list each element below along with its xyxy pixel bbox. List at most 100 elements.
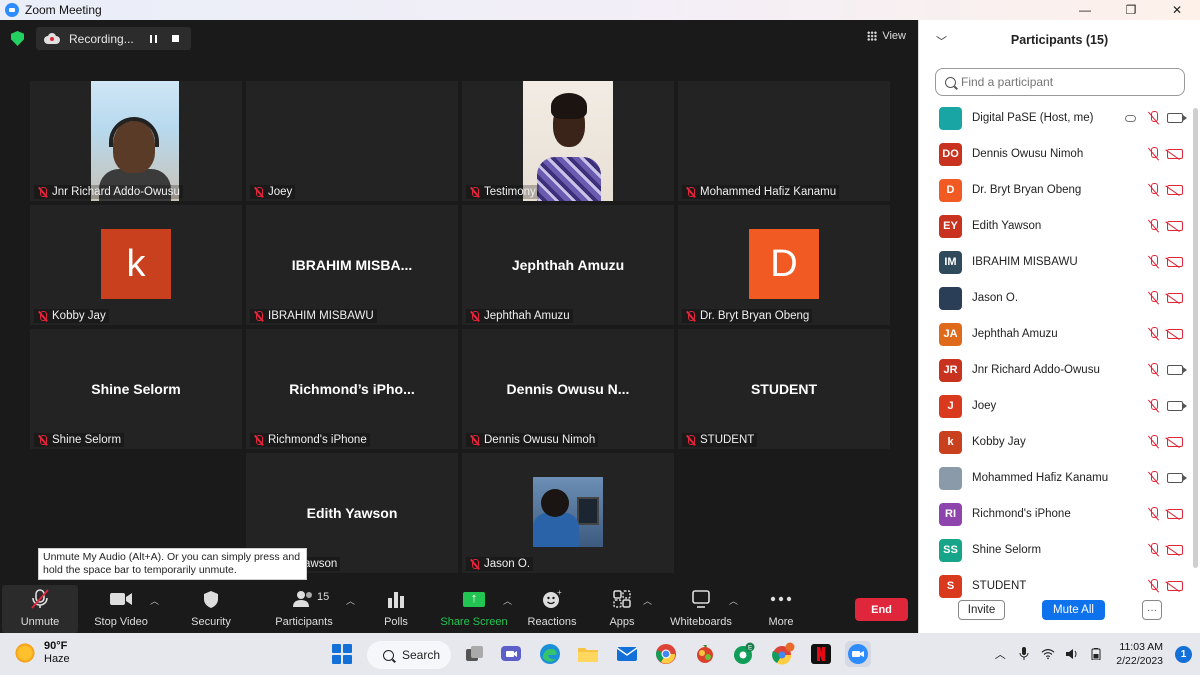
video-options-caret-icon[interactable]: ︿ [150, 594, 159, 606]
view-button[interactable]: View [867, 30, 906, 42]
invite-button[interactable]: Invite [958, 600, 1005, 620]
close-button[interactable]: ✕ [1154, 0, 1200, 20]
reactions-button[interactable]: + Reactions [526, 585, 578, 633]
video-tile[interactable]: Testimony [462, 81, 674, 201]
mic-muted-icon[interactable] [1147, 291, 1161, 305]
speaker-icon[interactable] [1065, 647, 1079, 661]
mic-muted-icon[interactable] [1147, 255, 1161, 269]
mic-muted-icon[interactable] [1147, 327, 1161, 341]
zoom-taskbar-button[interactable] [845, 641, 871, 667]
video-off-icon[interactable] [1167, 545, 1183, 555]
chrome-profile-button[interactable] [770, 641, 796, 667]
video-off-icon[interactable] [1167, 437, 1183, 447]
video-on-icon[interactable] [1167, 365, 1187, 375]
mic-muted-icon[interactable] [1147, 543, 1161, 557]
video-off-icon[interactable] [1167, 293, 1183, 303]
video-tile[interactable]: Richmond’s iPho... Richmond's iPhone [246, 329, 458, 449]
participant-row[interactable]: SS Shine Selorm [919, 532, 1191, 568]
video-tile[interactable]: Mohammed Hafiz Kanamu [678, 81, 890, 201]
game-app-button[interactable] [692, 641, 718, 667]
participant-row[interactable]: D Dr. Bryt Bryan Obeng [919, 172, 1191, 208]
participant-search-input[interactable] [961, 75, 1171, 89]
whiteboards-options-caret-icon[interactable]: ︿ [729, 594, 738, 606]
weather-widget[interactable]: 90°F Haze [14, 640, 70, 666]
participant-row[interactable]: IM IBRAHIM MISBAWU [919, 244, 1191, 280]
panel-scrollbar[interactable] [1193, 108, 1198, 568]
polls-button[interactable]: Polls [376, 585, 416, 633]
share-screen-button[interactable]: Share Screen [440, 585, 508, 633]
unmute-button[interactable]: Unmute [2, 585, 78, 633]
participant-row[interactable]: J Joey [919, 388, 1191, 424]
mic-muted-icon[interactable] [1147, 435, 1161, 449]
apps-options-caret-icon[interactable]: ︿ [643, 594, 652, 606]
chrome-browser-button[interactable] [653, 641, 679, 667]
video-tile[interactable]: D Dr. Bryt Bryan Obeng [678, 205, 890, 325]
mic-muted-icon[interactable] [1147, 147, 1161, 161]
video-tile[interactable]: Jnr Richard Addo-Owusu [30, 81, 242, 201]
video-on-icon[interactable] [1167, 473, 1187, 483]
video-off-icon[interactable] [1167, 509, 1183, 519]
participant-row[interactable]: Jason O. [919, 280, 1191, 316]
video-tile[interactable]: Dennis Owusu N... Dennis Owusu Nimoh [462, 329, 674, 449]
apps-button[interactable]: Apps [604, 585, 640, 633]
mic-muted-icon[interactable] [1147, 183, 1161, 197]
participant-row[interactable]: RI Richmond's iPhone [919, 496, 1191, 532]
taskbar-search[interactable]: Search [367, 641, 451, 669]
video-tile[interactable]: Shine Selorm Shine Selorm [30, 329, 242, 449]
show-hidden-icons-chevron-icon[interactable]: ︿ [993, 647, 1007, 661]
stop-recording-button[interactable] [167, 31, 183, 47]
participant-row[interactable]: JA Jephthah Amuzu [919, 316, 1191, 352]
meet-app-button[interactable] [498, 641, 524, 667]
mute-all-button[interactable]: Mute All [1042, 600, 1105, 620]
video-off-icon[interactable] [1167, 185, 1183, 195]
wifi-icon[interactable] [1041, 647, 1055, 661]
mic-muted-icon[interactable] [1147, 579, 1161, 593]
microphone-icon[interactable] [1017, 647, 1031, 661]
video-tile[interactable]: IBRAHIM MISBA... IBRAHIM MISBAWU [246, 205, 458, 325]
panel-more-button[interactable]: ··· [1142, 600, 1162, 620]
participant-row[interactable]: S STUDENT [919, 568, 1191, 600]
whiteboards-button[interactable]: Whiteboards [668, 585, 734, 633]
share-options-caret-icon[interactable]: ︿ [503, 594, 512, 606]
participant-row[interactable]: k Kobby Jay [919, 424, 1191, 460]
stop-video-button[interactable]: Stop Video [86, 585, 156, 633]
mic-muted-icon[interactable] [1147, 219, 1161, 233]
participant-row[interactable]: JR Jnr Richard Addo-Owusu [919, 352, 1191, 388]
notifications-badge[interactable]: 1 [1175, 645, 1192, 663]
netflix-button[interactable] [808, 641, 834, 667]
more-button[interactable]: More [762, 585, 800, 633]
minimize-button[interactable]: — [1062, 0, 1108, 20]
participant-row[interactable]: DO Dennis Owusu Nimoh [919, 136, 1191, 172]
battery-icon[interactable] [1089, 647, 1103, 661]
pause-recording-button[interactable] [145, 31, 161, 47]
participant-row[interactable]: Digital PaSE (Host, me) [919, 100, 1191, 136]
video-on-icon[interactable] [1167, 401, 1187, 411]
mic-muted-icon[interactable] [1147, 111, 1161, 125]
video-tile[interactable]: Jephthah Amuzu Jephthah Amuzu [462, 205, 674, 325]
mail-app-button[interactable] [614, 641, 640, 667]
maximize-button[interactable]: ❐ [1108, 0, 1154, 20]
participant-row[interactable]: EY Edith Yawson [919, 208, 1191, 244]
participant-row[interactable]: Mohammed Hafiz Kanamu [919, 460, 1191, 496]
video-tile[interactable]: STUDENT STUDENT [678, 329, 890, 449]
chrome-profile-e-button[interactable]: E [731, 641, 757, 667]
video-off-icon[interactable] [1167, 581, 1183, 591]
participants-options-caret-icon[interactable]: ︿ [346, 594, 355, 606]
video-on-icon[interactable] [1167, 113, 1187, 123]
video-tile[interactable]: k Kobby Jay [30, 205, 242, 325]
video-off-icon[interactable] [1167, 221, 1183, 231]
mic-muted-icon[interactable] [1147, 471, 1161, 485]
participant-search-box[interactable] [935, 68, 1185, 96]
system-clock[interactable]: 11:03 AM 2/22/2023 [1116, 640, 1163, 668]
mic-muted-icon[interactable] [1147, 363, 1161, 377]
video-off-icon[interactable] [1167, 329, 1183, 339]
collapse-panel-chevron-icon[interactable]: ﹀ [936, 33, 947, 49]
video-off-icon[interactable] [1167, 257, 1183, 267]
start-button[interactable] [329, 641, 355, 667]
file-explorer-button[interactable] [575, 641, 601, 667]
mic-muted-icon[interactable] [1147, 507, 1161, 521]
edge-browser-button[interactable] [537, 641, 563, 667]
video-tile[interactable]: Joey [246, 81, 458, 201]
end-meeting-button[interactable]: End [855, 598, 908, 621]
video-tile[interactable]: Jason O. [462, 453, 674, 573]
